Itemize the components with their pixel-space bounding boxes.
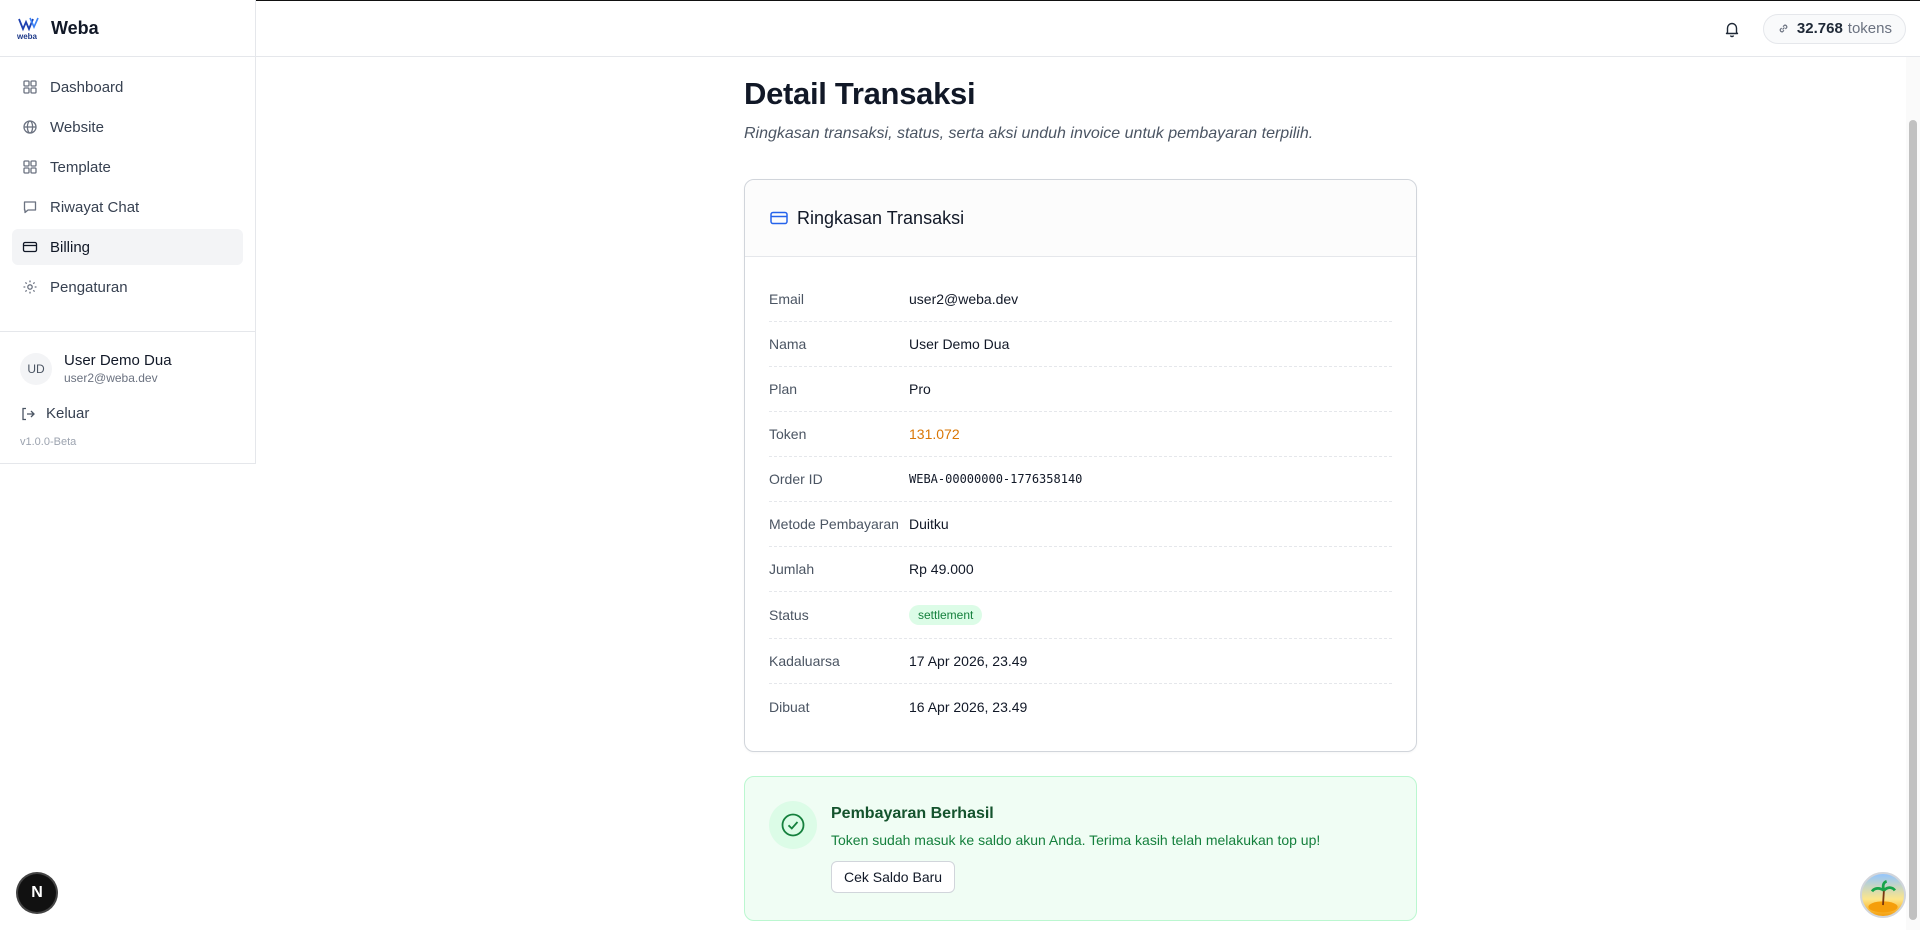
row-value: Duitku (909, 516, 949, 532)
main-content: Detail Transaksi Ringkasan transaksi, st… (744, 57, 1417, 921)
token-balance-pill[interactable]: 32.768 tokens (1762, 13, 1906, 44)
summary-row-email: Email user2@weba.dev (769, 277, 1392, 322)
grid-icon (23, 80, 37, 94)
summary-row-plan: Plan Pro (769, 367, 1392, 412)
status-badge: settlement (909, 605, 983, 625)
sidebar-item-label: Pengaturan (50, 278, 128, 296)
brand[interactable]: weba Weba (0, 0, 255, 57)
sidebar-item-dashboard[interactable]: Dashboard (12, 69, 243, 105)
row-label: Order ID (769, 471, 823, 487)
sidebar-item-label: Dashboard (50, 78, 124, 96)
logout-button[interactable]: Keluar (0, 395, 255, 432)
page-title: Detail Transaksi (744, 76, 976, 111)
row-value: user2@weba.dev (909, 291, 1019, 307)
sidebar-item-label: Billing (50, 238, 91, 256)
row-value: Rp 49.000 (909, 561, 974, 577)
row-value-order-id: WEBA-00000000-1776358140 (909, 472, 1083, 486)
logo-text: weba (16, 32, 38, 41)
success-message: Token sudah masuk ke saldo akun Anda. Te… (831, 832, 1321, 848)
row-label: Plan (769, 381, 798, 397)
check-balance-button[interactable]: Cek Saldo Baru (831, 861, 956, 893)
transaction-summary-card: Ringkasan Transaksi Email user2@weba.dev… (744, 179, 1417, 752)
sidebar-item-label: Template (50, 158, 111, 176)
row-label: Kadaluarsa (769, 653, 840, 669)
row-label: Jumlah (769, 561, 815, 577)
credit-card-icon (770, 211, 788, 225)
sidebar: weba Weba Dashboard Website Template Riw… (0, 0, 256, 464)
app-version: v1.0.0-Beta (20, 436, 77, 448)
sidebar-item-pengaturan[interactable]: Pengaturan (12, 269, 243, 305)
row-value: Pro (909, 381, 931, 397)
sidebar-item-billing[interactable]: Billing (12, 229, 243, 265)
next-letter: N (31, 884, 43, 901)
sidebar-item-template[interactable]: Template (12, 149, 243, 185)
avatar: UD (20, 352, 52, 385)
user-profile[interactable]: UD User Demo Dua user2@weba.dev (0, 332, 255, 395)
check-circle-icon (769, 801, 817, 849)
token-value: 32.768 (1796, 20, 1843, 37)
row-label: Status (769, 607, 809, 623)
token-unit: tokens (1847, 20, 1892, 37)
card-header: Ringkasan Transaksi (745, 180, 1416, 257)
sidebar-item-website[interactable]: Website (12, 109, 243, 145)
link-icon (1779, 24, 1788, 33)
row-label: Dibuat (769, 698, 810, 715)
summary-row-nama: Nama User Demo Dua (769, 322, 1392, 367)
row-label: Email (769, 291, 805, 307)
summary-row-payment-method: Metode Pembayaran Duitku (769, 502, 1392, 547)
row-value: User Demo Dua (909, 336, 1010, 352)
credit-card-icon (22, 241, 38, 253)
summary-row-status: Status settlement (769, 592, 1392, 639)
summary-row-order-id: Order ID WEBA-00000000-1776358140 (769, 457, 1392, 502)
row-value-token: 131.072 (909, 426, 960, 442)
summary-row-amount: Jumlah Rp 49.000 (769, 547, 1392, 592)
nextjs-dev-badge[interactable]: N (18, 874, 56, 912)
palm-island-icon (1868, 880, 1898, 913)
globe-icon (23, 120, 37, 134)
user-name: User Demo Dua (64, 352, 172, 369)
summary-row-created: Dibuat 16 Apr 2026, 23.49 (769, 684, 1392, 729)
sidebar-item-riwayat-chat[interactable]: Riwayat Chat (12, 189, 243, 225)
scrollbar-thumb[interactable] (1909, 120, 1917, 920)
row-label: Token (769, 426, 807, 442)
row-value: 17 Apr 2026, 23.49 (909, 653, 1028, 669)
gear-icon (23, 280, 37, 294)
layout-icon (23, 160, 37, 174)
message-icon (23, 201, 37, 214)
card-title: Ringkasan Transaksi (797, 207, 965, 228)
payment-success-card: Pembayaran Berhasil Token sudah masuk ke… (744, 776, 1417, 921)
page-subtitle: Ringkasan transaksi, status, serta aksi … (744, 125, 1314, 142)
row-value: 16 Apr 2026, 23.49 (909, 698, 1028, 715)
summary-row-expiry: Kadaluarsa 17 Apr 2026, 23.49 (769, 639, 1392, 684)
row-label: Nama (769, 336, 807, 352)
success-title: Pembayaran Berhasil (831, 805, 994, 822)
app-name: Weba (51, 17, 99, 38)
summary-list: Email user2@weba.dev Nama User Demo Dua … (745, 257, 1416, 751)
user-email: user2@weba.dev (64, 371, 158, 385)
sidebar-item-label: Website (50, 118, 104, 136)
summary-row-token: Token 131.072 (769, 412, 1392, 457)
logout-label: Keluar (46, 405, 90, 422)
bell-icon[interactable] (1723, 20, 1741, 38)
row-label: Metode Pembayaran (769, 516, 899, 532)
sidebar-item-label: Riwayat Chat (50, 198, 140, 216)
weba-logo-icon: weba (16, 17, 39, 41)
logout-icon (22, 407, 35, 420)
floating-assistant-button[interactable] (1860, 872, 1906, 918)
top-header: 32.768 tokens (256, 1, 1920, 57)
sidebar-nav: Dashboard Website Template Riwayat Chat (0, 57, 255, 321)
